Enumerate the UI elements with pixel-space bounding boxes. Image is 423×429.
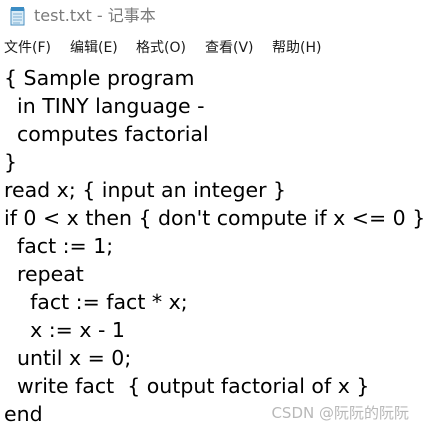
title-bar: test.txt - 记事本 <box>0 0 423 32</box>
text-line: repeat <box>4 262 84 286</box>
watermark: CSDN @阮阮的阮阮 <box>271 404 409 422</box>
menu-view[interactable]: 查看(V) <box>205 34 254 62</box>
menu-help[interactable]: 帮助(H) <box>272 34 321 62</box>
text-editor[interactable]: { Sample program in TINY language - comp… <box>0 62 423 429</box>
text-line: if 0 < x then { don't compute if x <= 0 … <box>4 206 423 230</box>
menu-format[interactable]: 格式(O) <box>136 34 186 62</box>
text-line: read x; { input an integer } <box>4 178 287 202</box>
text-line: computes factorial <box>4 122 209 146</box>
menu-bar: 文件(F) 编辑(E) 格式(O) 查看(V) 帮助(H) <box>0 34 423 62</box>
menu-file[interactable]: 文件(F) <box>4 34 51 62</box>
text-line: { Sample program <box>4 66 195 90</box>
text-line: in TINY language - <box>4 94 205 118</box>
notepad-icon <box>10 7 25 26</box>
text-line: } <box>4 150 18 174</box>
text-line: write fact { output factorial of x } <box>4 374 370 398</box>
text-line: fact := fact * x; <box>4 290 188 314</box>
text-line: end <box>4 402 43 426</box>
menu-edit[interactable]: 编辑(E) <box>70 34 118 62</box>
text-line: fact := 1; <box>4 234 114 258</box>
text-line: until x = 0; <box>4 346 132 370</box>
window-title: test.txt - 记事本 <box>34 6 156 25</box>
text-line: x := x - 1 <box>4 318 125 342</box>
